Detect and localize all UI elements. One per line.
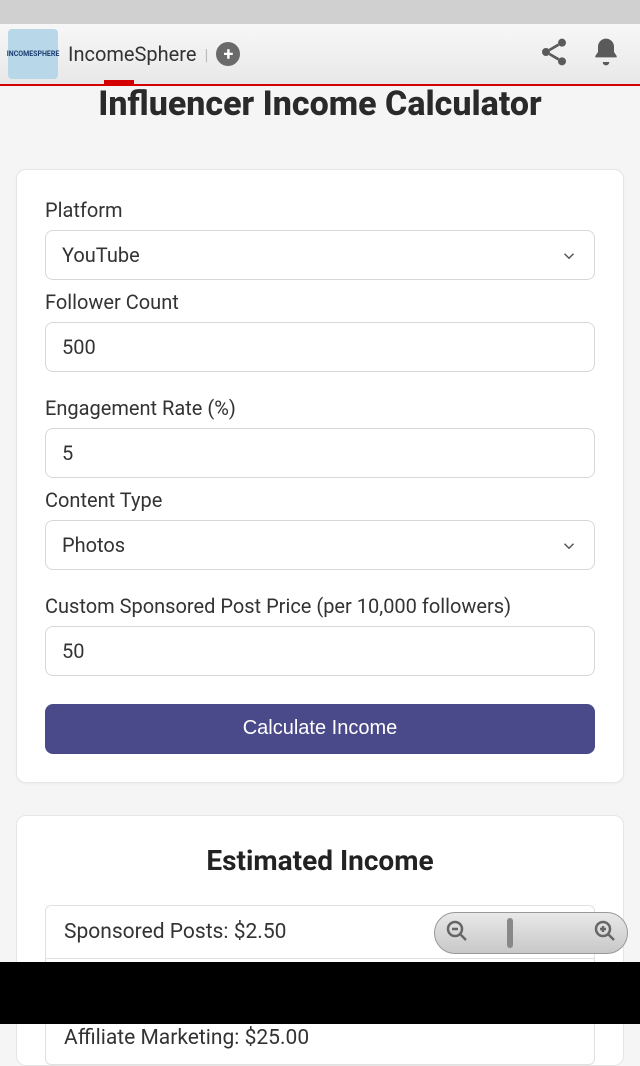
app-title: IncomeSphere <box>68 42 196 66</box>
app-logo-text: INCOMESPHERE <box>7 50 60 58</box>
calculate-button[interactable]: Calculate Income <box>45 704 595 754</box>
platform-label: Platform <box>45 198 595 222</box>
content-type-value: Photos <box>62 533 125 557</box>
zoom-slider[interactable] <box>477 930 585 936</box>
follower-label: Follower Count <box>45 290 595 314</box>
status-bar <box>0 0 640 24</box>
zoom-in-icon[interactable] <box>593 919 617 947</box>
follower-value: 500 <box>62 335 96 359</box>
calculator-form-card: Platform YouTube Follower Count 500 Enga… <box>16 169 624 783</box>
chevron-down-icon <box>560 536 578 554</box>
chevron-down-icon <box>560 246 578 264</box>
platform-value: YouTube <box>62 243 140 267</box>
engagement-input[interactable]: 5 <box>45 428 595 478</box>
red-marker <box>104 80 134 86</box>
content-type-select[interactable]: Photos <box>45 520 595 570</box>
header-divider: | <box>204 45 208 64</box>
add-icon[interactable]: + <box>216 42 240 66</box>
results-title: Estimated Income <box>45 844 595 877</box>
custom-price-label: Custom Sponsored Post Price (per 10,000 … <box>45 594 595 618</box>
zoom-thumb[interactable] <box>507 918 513 948</box>
engagement-label: Engagement Rate (%) <box>45 396 595 420</box>
share-icon[interactable] <box>538 36 570 72</box>
zoom-out-icon[interactable] <box>445 919 469 947</box>
follower-input[interactable]: 500 <box>45 322 595 372</box>
content-type-label: Content Type <box>45 488 595 512</box>
platform-select[interactable]: YouTube <box>45 230 595 280</box>
notification-icon[interactable] <box>590 36 622 72</box>
app-header: INCOMESPHERE IncomeSphere | + <box>0 24 640 86</box>
custom-price-input[interactable]: 50 <box>45 626 595 676</box>
app-logo[interactable]: INCOMESPHERE <box>8 29 58 79</box>
zoom-control[interactable] <box>434 912 628 954</box>
bottom-nav-bar <box>0 962 640 1024</box>
engagement-value: 5 <box>62 441 73 465</box>
page-title: Influencer Income Calculator <box>16 84 624 125</box>
custom-price-value: 50 <box>62 639 84 663</box>
